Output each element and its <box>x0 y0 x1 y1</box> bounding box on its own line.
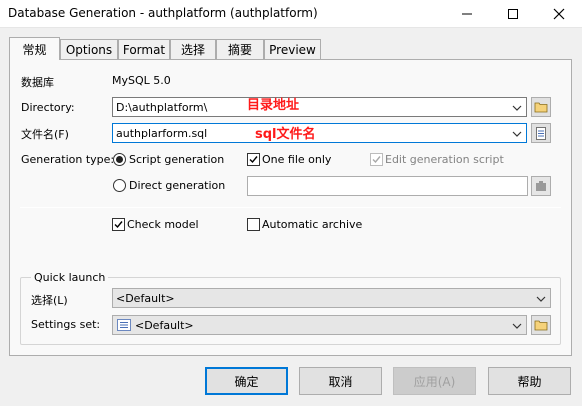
file-properties-button[interactable] <box>531 123 551 143</box>
directory-combo[interactable]: D:\authplatform\ <box>112 97 527 117</box>
settings-set-label: Settings set: <box>31 318 101 331</box>
script-generation-label: Script generation <box>129 153 225 166</box>
tab-format[interactable]: Format <box>118 39 170 59</box>
maximize-icon <box>508 9 518 19</box>
check-model-checkbox[interactable] <box>112 218 125 231</box>
settings-set-value: <Default> <box>135 319 194 332</box>
dbms-label: 数据库 <box>21 76 54 89</box>
window-title: Database Generation - authplatform (auth… <box>8 6 318 20</box>
checkmark-icon <box>114 221 123 229</box>
quick-launch-title: Quick launch <box>31 271 109 284</box>
selection-combo[interactable]: <Default> <box>112 288 551 308</box>
dbms-value: MySQL 5.0 <box>112 74 171 87</box>
close-icon <box>553 8 565 20</box>
help-button[interactable]: 帮助 <box>488 367 571 395</box>
filename-label: 文件名(F) <box>21 128 69 141</box>
browse-directory-button[interactable] <box>531 97 551 117</box>
minimize-icon <box>462 13 472 15</box>
tab-general[interactable]: 常规 <box>9 37 60 60</box>
tab-options[interactable]: Options <box>60 39 118 59</box>
check-model-label: Check model <box>127 218 199 231</box>
cancel-button[interactable]: 取消 <box>299 367 382 395</box>
document-icon <box>536 126 546 140</box>
maximize-button[interactable] <box>490 0 536 28</box>
filename-annotation: sql文件名 <box>255 127 316 142</box>
filename-value: authplarform.sql <box>116 127 208 140</box>
chevron-down-icon <box>536 296 546 302</box>
settings-set-browse-button[interactable] <box>531 315 551 335</box>
directory-annotation: 目录地址 <box>247 98 300 113</box>
directory-label: Directory: <box>21 101 75 114</box>
directory-value: D:\authplatform\ <box>116 101 208 114</box>
chevron-down-icon <box>512 323 522 329</box>
direct-generation-field <box>247 176 528 196</box>
selection-value: <Default> <box>116 292 175 305</box>
direct-generation-label: Direct generation <box>129 179 226 192</box>
title-bar: Database Generation - authplatform (auth… <box>0 0 582 28</box>
folder-icon <box>534 102 548 113</box>
script-generation-radio[interactable] <box>113 153 126 166</box>
chevron-down-icon <box>512 131 522 137</box>
edit-generation-script-label: Edit generation script <box>385 153 504 166</box>
tab-summary[interactable]: 摘要 <box>216 39 264 59</box>
automatic-archive-label: Automatic archive <box>262 218 363 231</box>
database-icon <box>536 181 546 191</box>
general-panel: 数据库 MySQL 5.0 Directory: D:\authplatform… <box>9 59 572 356</box>
settings-set-combo[interactable]: <Default> <box>112 315 527 335</box>
direct-generation-radio[interactable] <box>113 179 126 192</box>
one-file-only-checkbox[interactable] <box>247 153 260 166</box>
generation-type-label: Generation type: <box>21 153 115 166</box>
tab-preview[interactable]: Preview <box>264 39 321 59</box>
selection-label: 选择(L) <box>31 294 68 307</box>
checkmark-icon <box>372 156 381 164</box>
tab-selection[interactable]: 选择 <box>170 39 216 59</box>
one-file-only-label: One file only <box>262 153 332 166</box>
folder-icon <box>534 320 548 331</box>
automatic-archive-checkbox[interactable] <box>247 218 260 231</box>
edit-generation-script-checkbox <box>370 153 383 166</box>
apply-button: 应用(A) <box>393 367 476 395</box>
direct-generation-browse-button <box>531 176 551 196</box>
minimize-button[interactable] <box>444 0 490 28</box>
list-icon <box>117 319 131 331</box>
filename-combo[interactable]: authplarform.sql <box>112 123 527 143</box>
checkmark-icon <box>249 156 258 164</box>
chevron-down-icon <box>512 105 522 111</box>
ok-button[interactable]: 确定 <box>205 367 288 395</box>
separator <box>20 207 561 208</box>
close-button[interactable] <box>536 0 582 28</box>
